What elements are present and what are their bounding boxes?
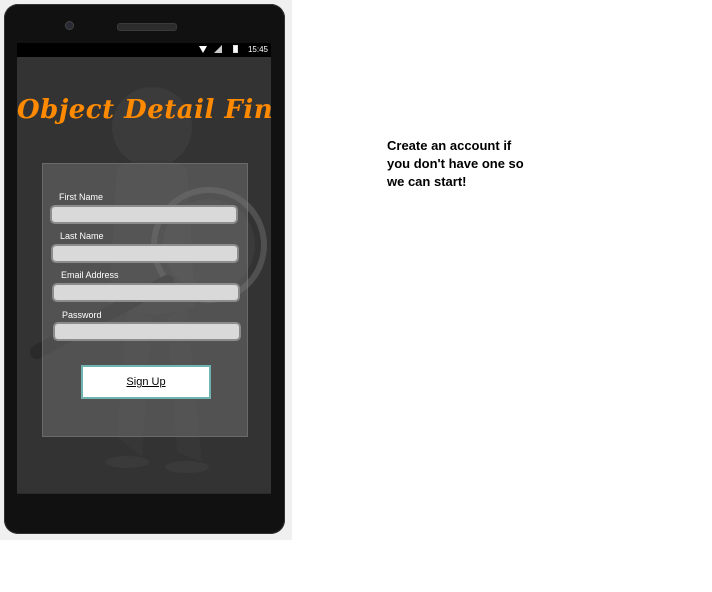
password-input[interactable] bbox=[53, 322, 241, 341]
camera-icon bbox=[65, 21, 74, 30]
last-name-label: Last Name bbox=[60, 231, 104, 241]
instruction-text: Create an account if you don't have one … bbox=[387, 138, 524, 189]
first-name-label: First Name bbox=[59, 192, 104, 202]
email-address-label: Email Address bbox=[61, 270, 119, 280]
signal-icon bbox=[214, 45, 222, 53]
status-time: 15:45 bbox=[247, 45, 268, 54]
password-label: Password bbox=[62, 310, 102, 320]
speaker-icon bbox=[117, 23, 177, 31]
status-bar: 15:45 bbox=[17, 43, 271, 57]
navigation-bar bbox=[17, 493, 271, 531]
battery-icon bbox=[233, 45, 238, 53]
wifi-icon bbox=[199, 46, 207, 53]
app-title: Object Detail Finder bbox=[17, 95, 271, 125]
sign-up-button[interactable]: Sign Up bbox=[81, 365, 211, 399]
last-name-input[interactable] bbox=[51, 244, 239, 263]
email-address-input[interactable] bbox=[52, 283, 240, 302]
app-screen: Object Detail Finder First Name Last Nam… bbox=[17, 57, 271, 493]
first-name-input[interactable] bbox=[50, 205, 238, 224]
